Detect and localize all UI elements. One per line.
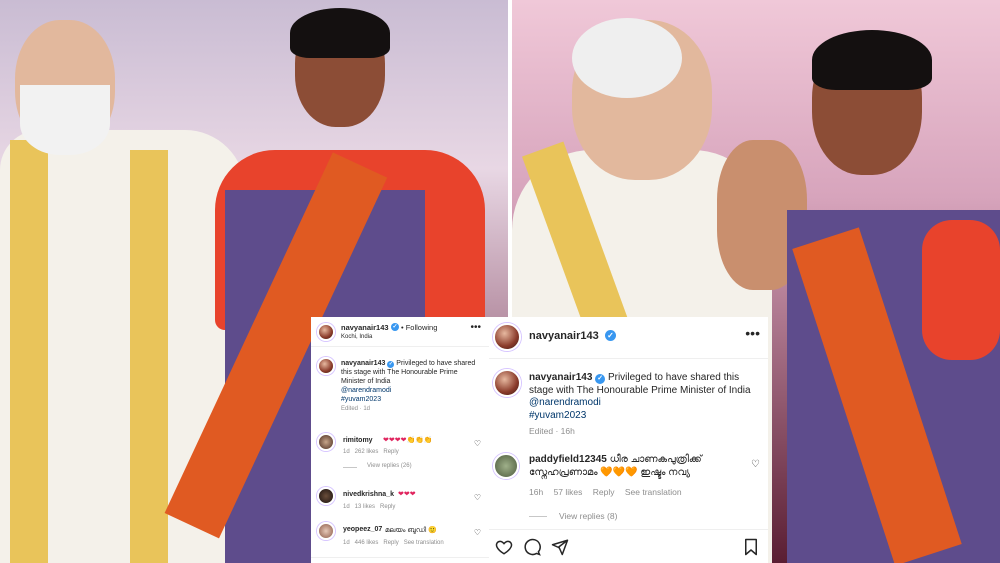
like-heart-icon[interactable]: ♡ xyxy=(474,528,481,537)
share-icon[interactable] xyxy=(551,538,569,556)
avatar[interactable] xyxy=(317,433,335,451)
avatar[interactable] xyxy=(317,522,335,540)
comment: rimitomy ❤❤❤❤👏👏👏 1d 262 likes Reply ♡ Vi… xyxy=(311,433,489,481)
avatar[interactable] xyxy=(317,323,335,341)
instagram-post-large: navyanair143 ✓ ••• navyanair143 ✓ Privil… xyxy=(489,317,768,563)
man-hair xyxy=(572,18,682,98)
like-heart-icon[interactable] xyxy=(495,538,513,556)
man-stole-right xyxy=(130,150,168,563)
like-heart-icon[interactable]: ♡ xyxy=(474,439,481,448)
comment-meta: 1d 13 likes Reply xyxy=(343,504,396,510)
following-label[interactable]: • Following xyxy=(401,323,437,332)
caption-username[interactable]: navyanair143 xyxy=(341,360,385,367)
comment-meta: 1d 446 likes Reply See translation xyxy=(343,540,444,546)
comment-username[interactable]: yeopeez_07 xyxy=(343,526,382,533)
comment-meta: 16h 57 likes Reply See translation xyxy=(529,487,682,497)
post-header: navyanair143 ✓ ••• xyxy=(489,317,768,359)
comment-username[interactable]: rimitomy xyxy=(343,437,373,444)
like-heart-icon[interactable]: ♡ xyxy=(751,459,760,470)
comment-time: 16h xyxy=(529,487,544,497)
woman-hair xyxy=(812,30,932,90)
replies-divider xyxy=(529,516,547,517)
mention-link[interactable]: @narendramodi xyxy=(341,387,391,394)
comment: yeopeez_07 മലയം ബുഡി 🙂 1d 446 likes Repl… xyxy=(311,522,489,554)
avatar[interactable] xyxy=(493,453,519,479)
comment-username[interactable]: nivedkrishna_k xyxy=(343,491,394,498)
replies-divider xyxy=(343,467,357,468)
comment-text: മലയം ബുഡി 🙂 xyxy=(385,527,437,534)
more-options-icon[interactable]: ••• xyxy=(745,325,760,341)
hashtag-link[interactable]: #yuvam2023 xyxy=(529,410,586,421)
bookmark-icon[interactable] xyxy=(742,538,760,556)
comment-likes[interactable]: 57 likes xyxy=(554,487,583,497)
comment-text-line1: ധീര ചാണകപുത്രിക്ക് xyxy=(609,454,702,465)
man-beard xyxy=(20,85,110,155)
verified-icon: ✓ xyxy=(387,361,395,368)
reply-button[interactable]: Reply xyxy=(593,487,615,497)
action-bar xyxy=(489,529,768,563)
comment: nivedkrishna_k ❤❤❤ 1d 13 likes Reply ♡ xyxy=(311,487,489,517)
footer-divider xyxy=(311,557,489,558)
comment-text: ❤❤❤ xyxy=(398,491,416,498)
avatar[interactable] xyxy=(317,487,335,505)
like-heart-icon[interactable]: ♡ xyxy=(474,493,481,502)
mention-link[interactable]: @narendramodi xyxy=(529,397,601,408)
comment-icon[interactable] xyxy=(523,538,541,556)
view-replies-link[interactable]: View replies (26) xyxy=(367,463,412,469)
verified-icon: ✓ xyxy=(605,330,616,341)
view-replies-link[interactable]: View replies (8) xyxy=(559,511,617,521)
more-options-icon[interactable]: ••• xyxy=(470,322,481,333)
verified-icon: ✓ xyxy=(391,323,399,331)
edited-time: Edited · 1d xyxy=(341,406,371,412)
comment-text: ❤❤❤❤👏👏👏 xyxy=(383,437,433,444)
username[interactable]: navyanair143 xyxy=(341,323,389,332)
username[interactable]: navyanair143 xyxy=(529,330,599,342)
caption-username[interactable]: navyanair143 xyxy=(529,372,592,383)
hashtag-link[interactable]: #yuvam2023 xyxy=(341,396,381,403)
comment: paddyfield12345 ധീര ചാണകപുത്രിക്ക് സ്നേഹ… xyxy=(489,453,768,533)
edited-time: Edited · 16h xyxy=(529,426,575,436)
see-translation-button[interactable]: See translation xyxy=(625,487,682,497)
man-stole xyxy=(10,140,48,563)
avatar[interactable] xyxy=(493,369,521,397)
post-header: navyanair143 ✓ • Following Kochi, India … xyxy=(311,317,489,347)
comment-meta: 1d 262 likes Reply xyxy=(343,449,399,455)
verified-icon: ✓ xyxy=(595,374,606,384)
comment-text-line2: സ്നേഹപ്രണാമം 🧡🧡🧡 ഇഷ്ടം നവ്യ xyxy=(529,467,690,478)
avatar[interactable] xyxy=(317,357,335,375)
woman-blouse xyxy=(922,220,1000,360)
comment-username[interactable]: paddyfield12345 xyxy=(529,454,607,465)
instagram-post-small: navyanair143 ✓ • Following Kochi, India … xyxy=(311,317,489,563)
location[interactable]: Kochi, India xyxy=(341,334,372,340)
woman-hair xyxy=(290,8,390,58)
avatar[interactable] xyxy=(493,323,521,351)
